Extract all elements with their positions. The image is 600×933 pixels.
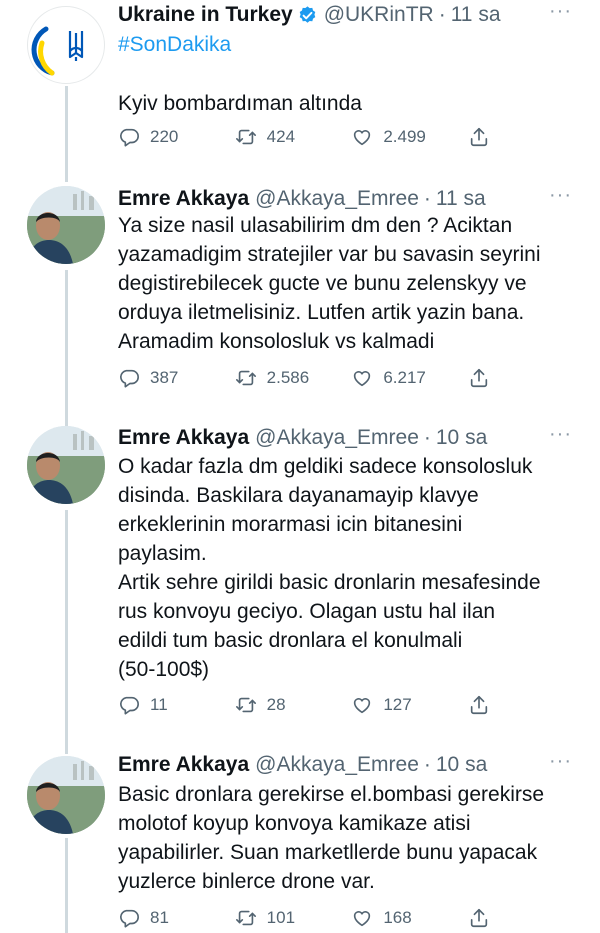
- retweet-count: 28: [266, 695, 286, 714]
- avatar[interactable]: [27, 186, 105, 264]
- tweet[interactable]: Ukraine in Turkey @UKRinTR · 11 sa ··· #…: [0, 0, 600, 180]
- more-icon[interactable]: ···: [549, 0, 572, 23]
- tweet-text: Kyiv bombardıman altında: [118, 92, 362, 115]
- more-icon[interactable]: ···: [549, 750, 572, 773]
- like-button[interactable]: 6.217: [351, 367, 431, 389]
- share-button[interactable]: [468, 367, 490, 389]
- retweet-button[interactable]: 2.586: [235, 367, 315, 389]
- display-name[interactable]: Ukraine in Turkey: [118, 3, 293, 27]
- share-icon: [470, 368, 488, 388]
- like-button[interactable]: 127: [351, 694, 431, 716]
- like-icon: [354, 130, 371, 146]
- user-handle[interactable]: @Akkaya_Emree: [255, 753, 419, 777]
- retweet-button[interactable]: 28: [235, 694, 315, 716]
- reply-button[interactable]: 11: [118, 694, 198, 716]
- reply-button[interactable]: 220: [118, 126, 198, 148]
- separator-dot: ·: [423, 187, 431, 210]
- avatar[interactable]: [27, 426, 105, 504]
- user-handle[interactable]: @UKRinTR: [324, 3, 434, 27]
- profile-photo-icon: [27, 186, 105, 264]
- action-bar: 11 28 127: [118, 692, 490, 718]
- display-name[interactable]: Emre Akkaya: [118, 426, 249, 450]
- like-icon: [354, 911, 371, 927]
- retweet-count: 101: [266, 908, 296, 927]
- action-bar: 387 2.586 6.217: [118, 365, 490, 391]
- share-icon: [470, 127, 488, 147]
- tweet-text: Ya size nasil ulasabilirim dm den ? Acik…: [118, 214, 541, 353]
- retweet-icon: [235, 697, 256, 713]
- reply-button[interactable]: 387: [118, 367, 198, 389]
- like-icon: [354, 371, 371, 387]
- tweet[interactable]: Emre Akkaya @Akkaya_Emree · 10 sa ··· O …: [0, 420, 600, 750]
- reply-button[interactable]: 81: [118, 907, 198, 929]
- reply-icon: [120, 696, 139, 715]
- like-icon: [354, 698, 371, 714]
- like-count: 127: [383, 695, 412, 714]
- reply-count: 81: [150, 908, 169, 927]
- tweet-header: Emre Akkaya @Akkaya_Emree · 11 sa: [118, 184, 486, 214]
- reply-count: 387: [150, 368, 179, 387]
- reply-icon: [120, 909, 139, 928]
- action-bar: 220 424 2.499: [118, 124, 490, 150]
- like-button[interactable]: 2.499: [351, 126, 431, 148]
- retweet-count: 424: [266, 127, 296, 146]
- tweet-header: Emre Akkaya @Akkaya_Emree · 10 sa: [118, 423, 487, 453]
- timestamp[interactable]: 10 sa: [436, 426, 487, 450]
- display-name[interactable]: Emre Akkaya: [118, 187, 249, 211]
- profile-photo-icon: [27, 756, 105, 834]
- retweet-icon: [235, 129, 256, 145]
- avatar[interactable]: [27, 756, 105, 834]
- user-handle[interactable]: @Akkaya_Emree: [255, 426, 419, 450]
- retweet-icon: [235, 370, 256, 386]
- retweet-count: 2.586: [266, 368, 310, 387]
- ukraine-logo-icon: [31, 26, 84, 76]
- display-name[interactable]: Emre Akkaya: [118, 753, 249, 777]
- share-button[interactable]: [468, 907, 490, 929]
- separator-dot: ·: [423, 753, 431, 776]
- tweet[interactable]: Emre Akkaya @Akkaya_Emree · 11 sa ··· Ya…: [0, 180, 600, 420]
- reply-count: 220: [150, 127, 179, 146]
- reply-count: 11: [150, 695, 168, 714]
- user-handle[interactable]: @Akkaya_Emree: [255, 187, 419, 211]
- like-count: 2.499: [383, 127, 426, 146]
- retweet-icon: [235, 910, 256, 926]
- retweet-button[interactable]: 424: [235, 126, 315, 148]
- like-count: 168: [383, 908, 412, 927]
- profile-photo-icon: [27, 426, 105, 504]
- tweet-header: Ukraine in Turkey @UKRinTR · 11 sa: [118, 0, 501, 30]
- separator-dot: ·: [438, 3, 446, 26]
- like-button[interactable]: 168: [351, 907, 431, 929]
- verified-badge-icon: [299, 5, 315, 23]
- action-bar: 81 101 168: [118, 905, 490, 931]
- timestamp[interactable]: 11 sa: [436, 187, 486, 211]
- tweet-text: O kadar fazla dm geldiki sadece konsolos…: [118, 455, 541, 681]
- tweet[interactable]: Emre Akkaya @Akkaya_Emree · 10 sa ··· Ba…: [0, 750, 600, 933]
- tweet-text: Basic dronlara gerekirse el.bombasi gere…: [118, 783, 545, 893]
- more-icon[interactable]: ···: [549, 184, 572, 207]
- reply-icon: [120, 369, 139, 388]
- separator-dot: ·: [423, 426, 431, 449]
- share-icon: [470, 908, 488, 928]
- share-button[interactable]: [468, 126, 490, 148]
- timestamp[interactable]: 10 sa: [436, 753, 487, 777]
- retweet-button[interactable]: 101: [235, 907, 315, 929]
- like-count: 6.217: [383, 368, 426, 387]
- timestamp[interactable]: 11 sa: [451, 3, 501, 27]
- avatar[interactable]: [27, 6, 105, 84]
- more-icon[interactable]: ···: [549, 423, 572, 446]
- reply-icon: [120, 128, 139, 147]
- share-icon: [470, 695, 488, 715]
- hashtag-link[interactable]: #SonDakika: [118, 33, 231, 57]
- tweet-header: Emre Akkaya @Akkaya_Emree · 10 sa: [118, 750, 487, 780]
- share-button[interactable]: [468, 694, 490, 716]
